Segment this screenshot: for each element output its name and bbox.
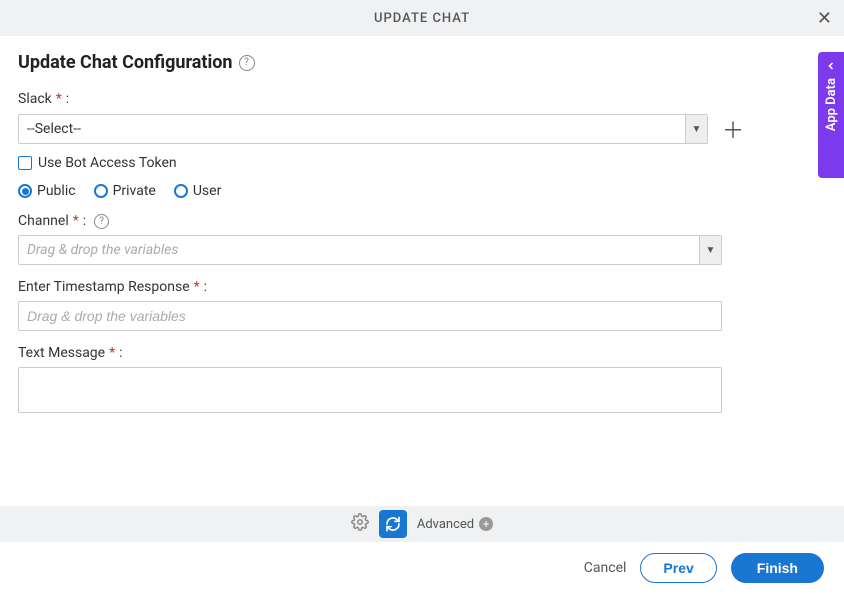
required-mark: * (73, 213, 79, 229)
channel-label: Channel (18, 213, 69, 229)
gear-icon[interactable] (351, 513, 369, 535)
textmsg-field: Text Message * : (18, 345, 722, 417)
textmsg-label: Text Message (18, 345, 105, 361)
use-bot-checkbox[interactable] (18, 156, 32, 170)
channel-select[interactable]: Drag & drop the variables ▼ (18, 235, 722, 265)
required-mark: * (194, 279, 200, 295)
close-icon[interactable]: ✕ (817, 8, 832, 29)
scope-public[interactable]: Public (18, 183, 76, 199)
timestamp-input[interactable] (18, 301, 722, 331)
textmsg-colon: : (119, 345, 122, 361)
channel-placeholder: Drag & drop the variables (19, 236, 699, 264)
app-data-label: App Data (824, 78, 839, 131)
textmsg-input[interactable] (18, 367, 722, 413)
use-bot-label[interactable]: Use Bot Access Token (38, 155, 177, 171)
radio-icon (94, 184, 108, 198)
required-mark: * (109, 345, 115, 361)
modal-title: UPDATE CHAT (374, 11, 470, 26)
refresh-icon[interactable] (379, 510, 407, 538)
page-title: Update Chat Configuration (18, 52, 233, 73)
channel-field: Channel * : ? Drag & drop the variables … (18, 213, 722, 265)
prev-button[interactable]: Prev (640, 553, 716, 583)
chevron-down-icon: ▼ (699, 236, 721, 264)
slack-label-row: Slack * : (18, 91, 826, 107)
timestamp-field: Enter Timestamp Response * : (18, 279, 722, 331)
timestamp-label: Enter Timestamp Response (18, 279, 190, 295)
scope-private[interactable]: Private (94, 183, 156, 199)
scope-user-label: User (193, 183, 221, 199)
use-bot-row: Use Bot Access Token (18, 155, 826, 171)
scope-radio-group: Public Private User (18, 183, 826, 199)
scope-user[interactable]: User (174, 183, 221, 199)
button-bar: Cancel Prev Finish (0, 542, 844, 594)
textmsg-label-row: Text Message * : (18, 345, 722, 361)
finish-button[interactable]: Finish (731, 553, 824, 583)
radio-icon (18, 184, 32, 198)
content-area: Update Chat Configuration ? Slack * : --… (0, 36, 844, 417)
help-icon[interactable]: ? (239, 55, 255, 71)
footer-toolbar: Advanced + (0, 506, 844, 542)
timestamp-label-row: Enter Timestamp Response * : (18, 279, 722, 295)
slack-select-value: --Select-- (19, 115, 685, 143)
channel-colon: : (83, 213, 86, 229)
slack-select-row: --Select-- ▼ ＋ (18, 113, 826, 145)
channel-label-row: Channel * : ? (18, 213, 722, 229)
help-icon[interactable]: ? (94, 214, 109, 229)
add-slack-icon[interactable]: ＋ (718, 113, 748, 145)
scope-private-label: Private (113, 183, 156, 199)
chevron-down-icon: ▼ (685, 115, 707, 143)
slack-label: Slack (18, 91, 52, 107)
timestamp-colon: : (204, 279, 207, 295)
plus-circle-icon: + (479, 517, 493, 531)
cancel-button[interactable]: Cancel (584, 560, 627, 576)
modal-header: UPDATE CHAT ✕ (0, 0, 844, 36)
page-title-row: Update Chat Configuration ? (18, 52, 826, 73)
slack-colon: : (66, 91, 69, 107)
scope-public-label: Public (37, 183, 76, 199)
chevron-left-icon (825, 60, 837, 72)
advanced-toggle[interactable]: Advanced + (417, 517, 493, 532)
footer: Advanced + Cancel Prev Finish (0, 506, 844, 594)
slack-field: Slack * : --Select-- ▼ ＋ Use Bot Access … (18, 91, 826, 199)
radio-icon (174, 184, 188, 198)
slack-select[interactable]: --Select-- ▼ (18, 114, 708, 144)
required-mark: * (56, 91, 62, 107)
app-data-panel-tab[interactable]: App Data (818, 52, 844, 178)
advanced-label: Advanced (417, 517, 474, 532)
